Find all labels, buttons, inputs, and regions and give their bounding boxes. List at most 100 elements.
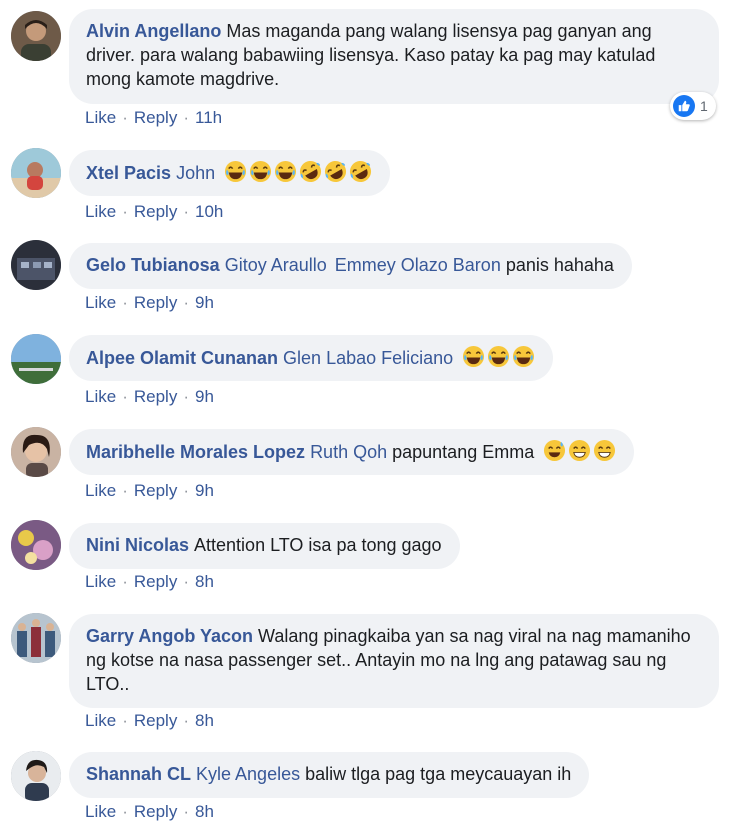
timestamp[interactable]: 8h [195,711,214,730]
avatar[interactable] [11,520,61,570]
like-link[interactable]: Like [85,481,116,500]
separator: · [183,481,189,500]
grin-emoji [568,439,591,462]
like-link[interactable]: Like [85,202,116,221]
separator: · [122,711,128,730]
like-link[interactable]: Like [85,802,116,821]
comment-author[interactable]: Maribhelle Morales Lopez [86,442,305,462]
mention-link[interactable]: Ruth Qoh [310,442,387,462]
like-link[interactable]: Like [85,293,116,312]
sweat-smile-emoji [543,439,566,462]
comment-author[interactable]: Alvin Angellano [86,21,221,41]
mention-link[interactable]: Emmey Olazo Baron [335,255,501,275]
emoji-group [224,160,372,183]
separator: · [183,802,189,821]
separator: · [122,387,128,406]
separator: · [122,481,128,500]
like-link[interactable]: Like [85,108,116,127]
rofl-emoji [324,160,347,183]
comment-author[interactable]: Garry Angob Yacon [86,626,253,646]
comment-author[interactable]: Nini Nicolas [86,535,189,555]
like-icon [673,95,695,117]
comment-actions: Like · Reply · 10h [85,202,223,222]
avatar[interactable] [11,11,61,61]
comment-text: baliw tlga pag tga meycauayan ih [305,764,572,784]
comment-bubble: Alvin Angellano Mas maganda pang walang l… [69,9,719,104]
mention-link[interactable]: Glen Labao Feliciano [283,348,453,368]
joy-emoji [274,160,297,183]
comment-actions: Like · Reply · 9h [85,481,214,501]
comment-text: papuntang Emma [392,442,535,462]
comment-actions: Like · Reply · 9h [85,387,214,407]
joy-emoji [512,345,535,368]
avatar[interactable] [11,240,61,290]
comment-actions: Like · Reply · 8h [85,802,214,822]
comment-actions: Like · Reply · 11h [85,108,222,128]
separator: · [122,202,128,221]
separator: · [122,108,128,127]
comment-text: panis hahaha [505,255,614,275]
reply-link[interactable]: Reply [134,802,177,821]
separator: · [183,108,189,127]
comment-bubble: Maribhelle Morales Lopez Ruth Qoh papunta… [69,429,635,475]
reply-link[interactable]: Reply [134,481,177,500]
reply-link[interactable]: Reply [134,711,177,730]
like-link[interactable]: Like [85,711,116,730]
reply-link[interactable]: Reply [134,202,177,221]
timestamp[interactable]: 11h [195,108,222,127]
comment-author[interactable]: Gelo Tubianosa [86,255,220,275]
separator: · [183,387,189,406]
avatar[interactable] [11,427,61,477]
avatar[interactable] [11,334,61,384]
reply-link[interactable]: Reply [134,572,177,591]
comment-bubble: Garry Angob Yacon Walang pinagkaiba yan s… [69,614,719,708]
separator: · [122,802,128,821]
joy-emoji [249,160,272,183]
comment-bubble: Nini Nicolas Attention LTO isa pa tong ga… [69,523,460,569]
joy-emoji [224,160,247,183]
avatar[interactable] [11,613,61,663]
reply-link[interactable]: Reply [134,108,177,127]
comment-actions: Like · Reply · 9h [85,293,214,313]
emoji-group [462,345,535,368]
comment-actions: Like · Reply · 8h [85,572,214,592]
comment-bubble: Xtel Pacis John [69,150,391,196]
like-link[interactable]: Like [85,387,116,406]
reaction-count[interactable]: 1 [670,92,716,120]
timestamp[interactable]: 9h [195,387,214,406]
joy-emoji [462,345,485,368]
mention-link[interactable]: Kyle Angeles [196,764,300,784]
comment-author[interactable]: Xtel Pacis [86,163,171,183]
rofl-emoji [299,160,322,183]
grin-emoji [593,439,616,462]
reply-link[interactable]: Reply [134,387,177,406]
timestamp[interactable]: 10h [195,202,223,221]
separator: · [122,572,128,591]
separator: · [183,572,189,591]
comment-bubble: Alpee Olamit Cunanan Glen Labao Feliciano [69,335,554,381]
reply-link[interactable]: Reply [134,293,177,312]
timestamp[interactable]: 8h [195,802,214,821]
rofl-emoji [349,160,372,183]
comment-author[interactable]: Alpee Olamit Cunanan [86,348,278,368]
emoji-group [543,439,616,462]
mention-link[interactable]: Gitoy Araullo [225,255,327,275]
avatar[interactable] [11,148,61,198]
like-link[interactable]: Like [85,572,116,591]
timestamp[interactable]: 9h [195,481,214,500]
mention-link[interactable]: John [176,163,215,183]
comment-bubble: Shannah CL Kyle Angeles baliw tlga pag tg… [69,752,590,798]
comment-text: Attention LTO isa pa tong gago [194,535,442,555]
comment-bubble: Gelo Tubianosa Gitoy Araullo Emmey Olazo … [69,243,632,289]
timestamp[interactable]: 9h [195,293,214,312]
reaction-number: 1 [700,98,708,114]
timestamp[interactable]: 8h [195,572,214,591]
comment-author[interactable]: Shannah CL [86,764,191,784]
separator: · [183,202,189,221]
separator: · [183,711,189,730]
comment-actions: Like · Reply · 8h [85,711,214,731]
separator: · [122,293,128,312]
joy-emoji [487,345,510,368]
separator: · [183,293,189,312]
avatar[interactable] [11,751,61,801]
